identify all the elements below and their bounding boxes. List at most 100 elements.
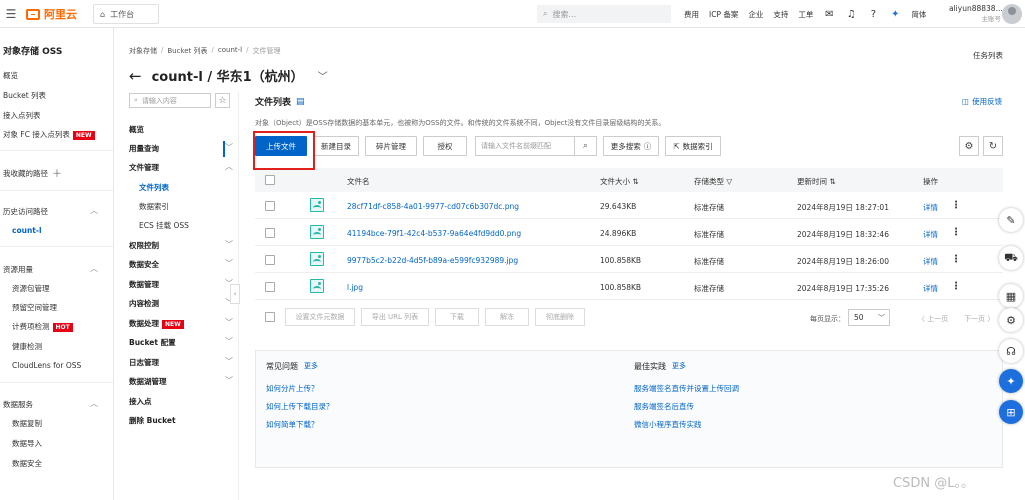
more-search-button[interactable]: 更多搜索 ⓘ [603, 136, 659, 156]
settings-icon[interactable]: ⚙ [959, 136, 979, 156]
col-size[interactable]: 文件大小 ⇅ [600, 176, 639, 187]
add-favorite-icon[interactable]: ＋ [52, 165, 62, 180]
chevron-down-icon[interactable]: ﹀ [225, 317, 233, 328]
more-icon[interactable]: ⋮ [951, 227, 961, 238]
menu-icon[interactable]: ☰ [0, 0, 22, 28]
sidebar-item-access-point[interactable]: 接入点列表 [3, 110, 41, 121]
global-search-input[interactable]: ⌕ 搜索... [537, 5, 671, 23]
sidebar-favorites[interactable]: 我收藏的路径 [3, 168, 48, 179]
practice-link[interactable]: 微信小程序直传实践 [634, 419, 702, 430]
user-info[interactable]: aliyun88838... 主账号 [949, 4, 1003, 24]
faq-link[interactable]: 如何分片上传？ [266, 383, 319, 394]
chevron-down-icon[interactable]: ﹀ [225, 356, 233, 367]
sidebar-item-history-count-l[interactable]: count-l [12, 226, 42, 235]
sidebar-item-data-import[interactable]: 数据导入 [12, 438, 42, 449]
bucket-nav-access-point[interactable]: 接入点 [129, 396, 152, 407]
details-link[interactable]: 详情 [923, 256, 938, 267]
practice-more-link[interactable]: 更多 [672, 361, 686, 372]
chevron-up-icon[interactable]: ︿ [90, 205, 98, 216]
sidebar-item-health[interactable]: 健康检测 [12, 341, 42, 352]
edit-icon[interactable]: ✎ [999, 208, 1023, 232]
select-all-checkbox[interactable] [265, 175, 275, 185]
sidebar-item-billing[interactable]: 计费项检测 HOT [12, 321, 73, 332]
language-switch[interactable]: 简体 [911, 9, 926, 20]
nav-billing[interactable]: 费用 [684, 9, 699, 20]
file-name-link[interactable]: l.jpg [347, 283, 363, 292]
calculator-icon[interactable]: ▦ [999, 284, 1023, 308]
nav-icp[interactable]: ICP 备案 [709, 9, 738, 20]
bucket-nav-log[interactable]: 日志管理 [129, 357, 159, 368]
bulk-select-checkbox[interactable] [265, 312, 275, 322]
bucket-nav-delete[interactable]: 删除 Bucket [129, 415, 176, 426]
chevron-down-icon[interactable]: ﹀ [225, 375, 233, 386]
bucket-nav-perm[interactable]: 权限控制 [129, 240, 159, 251]
message-icon[interactable]: ✉ [823, 8, 835, 20]
prev-page-button[interactable]: 〈 上一页 [918, 314, 948, 324]
file-name-link[interactable]: 41194bce-79f1-42c4-b537-9a64e4fd9dd0.png [347, 229, 521, 238]
bucket-nav-config[interactable]: Bucket 配置 [129, 337, 176, 348]
sidebar-item-overview[interactable]: 概览 [3, 70, 18, 81]
refresh-icon[interactable]: ↻ [983, 136, 1003, 156]
download-button[interactable]: 下载 [435, 308, 479, 326]
bucket-nav-file-mgmt[interactable]: 文件管理 [129, 162, 159, 173]
chevron-down-icon[interactable]: ﹀ [225, 258, 233, 269]
unfreeze-button[interactable]: 解冻 [485, 308, 529, 326]
chevron-up-icon[interactable]: ︿ [90, 398, 98, 409]
bucket-nav-data-proc[interactable]: 数据处理 NEW [129, 318, 184, 329]
practice-link[interactable]: 服务端签名后直传 [634, 401, 694, 412]
bucket-nav-usage[interactable]: 用量查询 [129, 143, 159, 154]
sidebar-item-fc-access[interactable]: 对象 FC 接入点列表 NEW [3, 129, 95, 140]
more-icon[interactable]: ⋮ [951, 281, 961, 292]
gear-icon[interactable]: ⚙ [999, 308, 1023, 332]
cart-icon[interactable]: ⛟ [999, 246, 1023, 270]
col-updated[interactable]: 更新时间 ⇅ [797, 176, 836, 187]
bucket-nav-content-check[interactable]: 内容检测 [129, 298, 159, 309]
bucket-nav-overview[interactable]: 概览 [129, 124, 144, 135]
nav-ticket[interactable]: 工单 [798, 9, 813, 20]
nav-support[interactable]: 支持 [773, 9, 788, 20]
per-page-select[interactable]: 50 ﹀ [848, 309, 890, 326]
help-icon[interactable]: ? [867, 8, 879, 20]
collapse-nav-toggle[interactable]: ‹ [230, 284, 240, 304]
set-meta-button[interactable]: 设置文件元数据 [285, 308, 355, 326]
next-page-button[interactable]: 下一页 〉 [964, 314, 994, 324]
row-checkbox[interactable] [265, 282, 275, 292]
star-icon[interactable]: ☆ [215, 93, 230, 108]
feedback-link[interactable]: ◫ 使用反馈 [962, 96, 1002, 107]
authorize-button[interactable]: 授权 [423, 136, 467, 156]
faq-more-link[interactable]: 更多 [304, 361, 318, 372]
bucket-nav-search-input[interactable]: ⌕ 请输入内容 [129, 93, 211, 108]
bucket-nav-security[interactable]: 数据安全 [129, 259, 159, 270]
breadcrumb-item[interactable]: 对象存储 [129, 46, 157, 56]
file-name-link[interactable]: 9977b5c2-b22d-4d5f-b89a-e599fc932989.jpg [347, 256, 518, 265]
details-link[interactable]: 详情 [923, 283, 938, 294]
doc-icon[interactable]: ▤ [296, 97, 305, 107]
chevron-down-icon[interactable]: ﹀ [318, 68, 328, 83]
bucket-nav-data-index[interactable]: 数据索引 [139, 201, 169, 212]
faq-link[interactable]: 如何简单下载？ [266, 419, 319, 430]
chevron-up-icon[interactable]: ︿ [90, 263, 98, 274]
file-prefix-search-input[interactable]: 请输入文件名前缀匹配 [475, 136, 575, 156]
row-checkbox[interactable] [265, 201, 275, 211]
chevron-down-icon[interactable]: ﹀ [225, 239, 233, 250]
aliyun-logo[interactable]: 阿里云 [26, 7, 77, 21]
fragments-button[interactable]: 碎片管理 [365, 136, 417, 156]
more-icon[interactable]: ⋮ [951, 254, 961, 265]
bucket-nav-data-mgmt[interactable]: 数据管理 [129, 279, 159, 290]
chevron-down-icon[interactable]: ﹀ [225, 336, 233, 347]
details-link[interactable]: 详情 [923, 229, 938, 240]
breadcrumb-item[interactable]: count-l [218, 46, 242, 56]
bucket-nav-ecs-mount[interactable]: ECS 挂载 OSS [139, 220, 189, 231]
faq-link[interactable]: 如何上传下载目录？ [266, 401, 334, 412]
file-name-link[interactable]: 28cf71df-c858-4a01-9977-cd07c6b307dc.png [347, 202, 519, 211]
chevron-up-icon[interactable]: ︿ [225, 161, 233, 172]
breadcrumb-item[interactable]: Bucket 列表 [167, 46, 207, 56]
chevron-down-icon[interactable]: ﹀ [225, 142, 233, 153]
col-storage[interactable]: 存储类型 ▽ [694, 176, 732, 187]
more-icon[interactable]: ⋮ [951, 200, 961, 211]
practice-link[interactable]: 服务端签名直传并设置上传回调 [634, 383, 739, 394]
delete-button[interactable]: 彻底删除 [535, 308, 585, 326]
row-checkbox[interactable] [265, 228, 275, 238]
headset-icon[interactable]: ☊ [999, 339, 1023, 363]
back-arrow-icon[interactable]: ← [129, 67, 142, 85]
